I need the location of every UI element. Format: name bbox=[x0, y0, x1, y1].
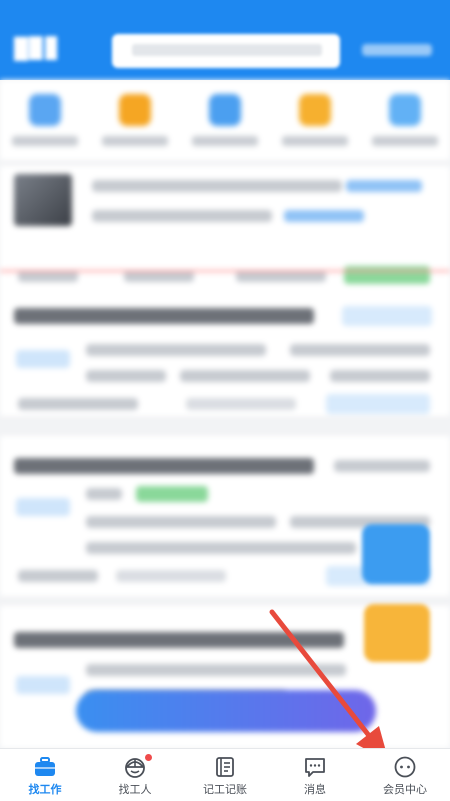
tab-label: 找工作 bbox=[28, 784, 62, 796]
status-bar bbox=[0, 0, 450, 22]
divider bbox=[0, 270, 450, 272]
worker-helmet-icon bbox=[125, 758, 145, 778]
category-item[interactable] bbox=[90, 94, 180, 154]
city-selector[interactable] bbox=[362, 44, 432, 56]
category-item[interactable] bbox=[180, 94, 270, 154]
ledger-book-icon bbox=[216, 757, 234, 777]
bottom-tab-bar: 找工作 找工人 记工记账 消息 会员中心 bbox=[0, 748, 450, 801]
tab-member-center[interactable]: 会员中心 bbox=[360, 749, 450, 801]
top-header: █▉▊ bbox=[0, 22, 450, 80]
floating-widget[interactable] bbox=[362, 524, 430, 584]
briefcase-icon bbox=[35, 757, 55, 776]
floating-action-bar[interactable] bbox=[76, 690, 376, 732]
notification-badge bbox=[145, 754, 152, 761]
category-item[interactable] bbox=[270, 94, 360, 154]
category-item[interactable] bbox=[360, 94, 450, 154]
job-card[interactable] bbox=[0, 284, 450, 416]
app-logo: █▉▊ bbox=[14, 38, 62, 60]
search-input[interactable] bbox=[112, 34, 340, 68]
category-row bbox=[0, 80, 450, 160]
floating-widget[interactable] bbox=[364, 604, 430, 662]
tab-label: 会员中心 bbox=[383, 784, 427, 796]
tab-label: 消息 bbox=[304, 784, 326, 796]
tab-work-ledger[interactable]: 记工记账 bbox=[180, 749, 270, 801]
category-item[interactable] bbox=[0, 94, 90, 154]
tab-find-worker[interactable]: 找工人 bbox=[90, 749, 180, 801]
message-bubble-icon bbox=[305, 758, 325, 777]
tab-label: 找工人 bbox=[118, 784, 152, 796]
promo-thumbnail bbox=[14, 174, 72, 226]
tab-messages[interactable]: 消息 bbox=[270, 749, 360, 801]
member-face-icon bbox=[394, 756, 416, 778]
tab-find-job[interactable]: 找工作 bbox=[0, 749, 90, 801]
tab-label: 记工记账 bbox=[203, 784, 247, 796]
